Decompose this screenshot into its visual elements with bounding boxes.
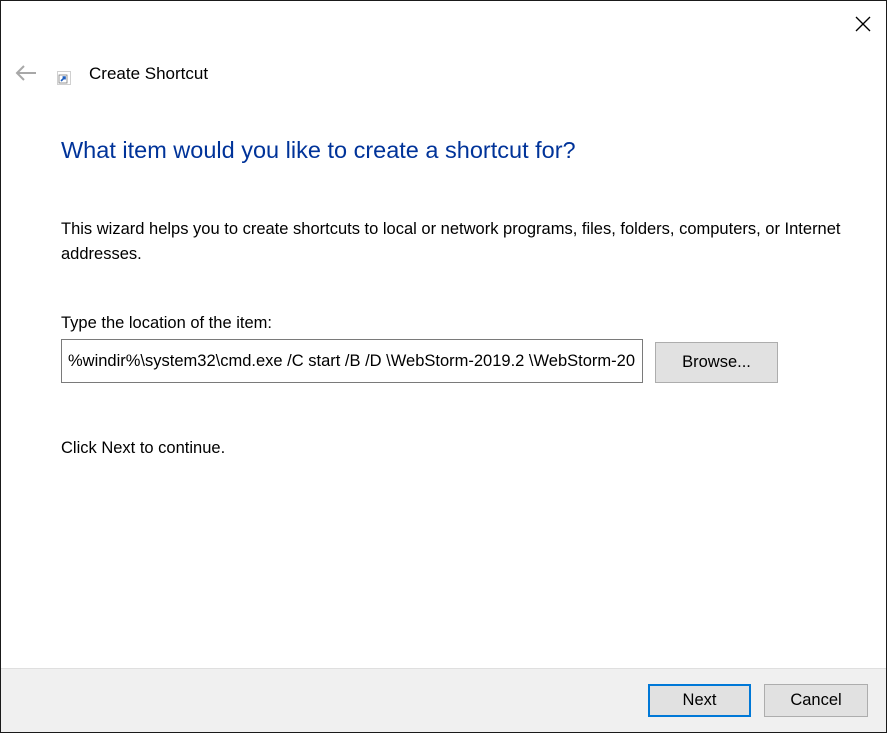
- back-arrow-icon: [15, 65, 36, 81]
- location-input[interactable]: [61, 339, 643, 383]
- cancel-button[interactable]: Cancel: [764, 684, 868, 717]
- location-label: Type the location of the item:: [61, 314, 272, 332]
- back-button[interactable]: [11, 59, 41, 87]
- next-button[interactable]: Next: [648, 684, 751, 717]
- continue-instruction: Click Next to continue.: [61, 439, 226, 457]
- shortcut-icon: [57, 71, 71, 85]
- create-shortcut-dialog: Create Shortcut What item would you like…: [0, 0, 887, 733]
- browse-button[interactable]: Browse...: [655, 342, 778, 383]
- close-icon: [855, 16, 871, 32]
- dialog-title: Create Shortcut: [89, 64, 209, 83]
- dialog-footer: Next Cancel: [1, 668, 886, 732]
- page-heading: What item would you like to create a sho…: [61, 137, 576, 163]
- close-button[interactable]: [840, 1, 886, 47]
- wizard-description: This wizard helps you to create shortcut…: [61, 220, 841, 263]
